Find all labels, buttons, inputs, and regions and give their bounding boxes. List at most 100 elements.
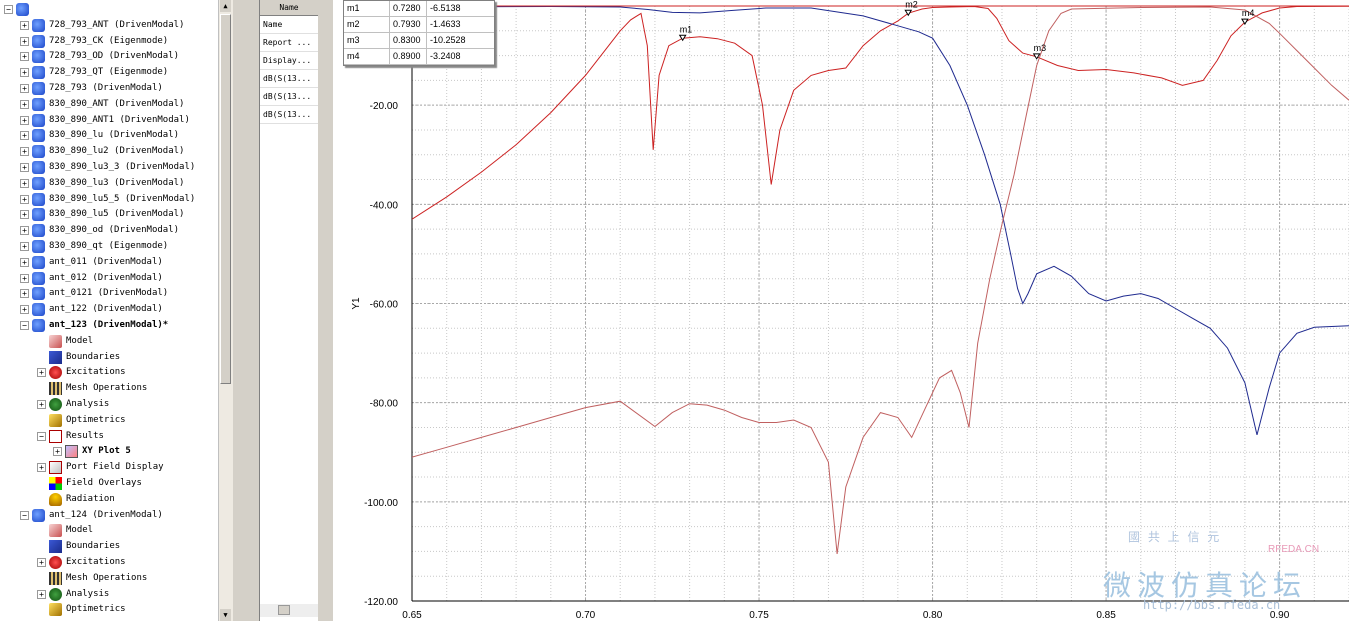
collapse-icon[interactable]: − [4, 5, 13, 14]
tree-item[interactable]: +728_793 (DrivenModal) [0, 81, 218, 96]
expand-icon[interactable]: + [20, 305, 29, 315]
tree-item-label: ant_123 (DrivenModal)* [49, 320, 169, 330]
tree-item[interactable]: +830_890_lu3_3 (DrivenModal) [0, 160, 218, 175]
chart-canvas[interactable]: -20.00 -40.00 -60.00 -80.00 -100.00 -120.00 0.… [333, 0, 1349, 621]
expand-icon[interactable]: + [20, 68, 29, 78]
tree-item[interactable]: +830_890_ANT1 (DrivenModal) [0, 113, 218, 128]
tree-item[interactable]: + ant_012 (DrivenModal) [0, 271, 218, 286]
marker-y: -1.4633 [430, 19, 461, 29]
expand-icon[interactable]: + [20, 163, 29, 172]
expand-icon[interactable]: + [20, 147, 29, 157]
expand-icon[interactable]: + [20, 131, 29, 141]
hfss-design-icon [32, 97, 45, 111]
marker-row[interactable]: m1 0.7280 -6.5138 [344, 1, 494, 17]
property-row[interactable]: dB(S(13... [260, 88, 318, 106]
tree-item[interactable]: +830_890_lu2 (DrivenModal) [0, 144, 218, 159]
tree-item[interactable]: − ant_123 (DrivenModal)* [0, 318, 218, 333]
properties-scroll-thumb[interactable] [278, 605, 290, 615]
marker-row[interactable]: m2 0.7930 -1.4633 [344, 17, 494, 33]
tree-item-label: 830_890_ANT1 (DrivenModal) [49, 114, 190, 125]
expand-icon[interactable]: + [37, 558, 46, 567]
marker-row[interactable]: m4 0.8900 -3.2408 [344, 49, 494, 65]
marker-row[interactable]: m3 0.8300 -10.2528 [344, 33, 494, 49]
marker-table[interactable]: m1 0.7280 -6.5138 m2 0.7930 -1.4633 m3 0.8300 -1… [343, 0, 495, 66]
tree-item[interactable]: Optimetrics [0, 413, 218, 428]
tree-item[interactable]: + Analysis [0, 397, 218, 412]
project-tree[interactable]: − +728_793_ANT (DrivenModal) +728_793_CK (… [0, 0, 233, 621]
x-tick-label: 0.85 [1096, 610, 1116, 621]
expand-icon[interactable]: + [20, 226, 29, 236]
collapse-icon[interactable]: − [20, 321, 29, 330]
tree-scrollbar[interactable]: ▲ ▼ [218, 0, 233, 621]
xy-plot-window[interactable]: -20.00 -40.00 -60.00 -80.00 -100.00 -120.00 0.… [333, 0, 1349, 621]
properties-hscrollbar[interactable] [260, 604, 318, 617]
expand-icon[interactable]: + [37, 368, 46, 378]
expand-icon[interactable]: + [37, 589, 46, 599]
tree-item[interactable]: +830_890_qt (Eigenmode) [0, 239, 218, 254]
tree-item[interactable]: +830_890_lu5 (DrivenModal) [0, 207, 218, 222]
tree-item[interactable]: + Excitations [0, 365, 218, 380]
tree-item[interactable]: Radiation [0, 492, 218, 507]
property-row[interactable]: Name [260, 16, 318, 34]
boundaries-icon [49, 350, 62, 364]
panel-splitter-2[interactable] [318, 0, 332, 621]
tree-item[interactable]: +728_793_QT (Eigenmode) [0, 65, 218, 80]
tree-item[interactable]: Mesh Operations [0, 381, 218, 396]
scroll-up-arrow-icon[interactable]: ▲ [220, 0, 231, 12]
property-row[interactable]: Report ... [260, 34, 318, 52]
expand-icon[interactable]: + [20, 115, 29, 125]
tree-item-label: Boundaries [66, 351, 121, 362]
expand-icon[interactable]: + [20, 84, 29, 93]
tree-item[interactable]: +728_793_CK (Eigenmode) [0, 34, 218, 49]
tree-item[interactable]: Field Overlays [0, 476, 218, 491]
tree-item[interactable]: +830_890_ANT (DrivenModal) [0, 97, 218, 112]
expand-icon[interactable]: + [20, 99, 29, 109]
expand-icon[interactable]: + [20, 20, 29, 30]
tree-item[interactable]: +830_890_od (DrivenModal) [0, 223, 218, 238]
expand-icon[interactable]: + [20, 273, 29, 283]
scroll-down-arrow-icon[interactable]: ▼ [220, 609, 231, 621]
expand-icon[interactable]: + [20, 178, 29, 188]
property-row[interactable]: dB(S(13... [260, 106, 318, 124]
tree-item[interactable]: − Results [0, 429, 218, 444]
collapse-icon[interactable]: − [20, 510, 29, 520]
expand-icon[interactable]: + [20, 257, 29, 267]
expand-icon[interactable]: + [37, 463, 46, 473]
tree-item[interactable]: + ant_011 (DrivenModal) [0, 255, 218, 270]
expand-icon[interactable]: + [37, 400, 46, 409]
property-row[interactable]: Display... [260, 52, 318, 70]
tree-item[interactable]: + Port Field Display [0, 460, 218, 475]
expand-icon[interactable]: + [20, 242, 29, 251]
collapse-icon[interactable]: − [37, 431, 46, 441]
expand-icon[interactable]: + [53, 447, 62, 457]
tree-item[interactable]: − [0, 2, 218, 17]
tree-item[interactable]: +728_793_OD (DrivenModal) [0, 49, 218, 64]
xy-plot-icon [65, 445, 78, 459]
expand-icon[interactable]: + [20, 36, 29, 46]
tree-item[interactable]: Optimetrics [0, 602, 218, 617]
expand-icon[interactable]: + [20, 52, 29, 62]
tree-item[interactable]: Model [0, 523, 218, 538]
tree-item[interactable]: Boundaries [0, 539, 218, 554]
tree-scroll-thumb[interactable] [220, 14, 231, 384]
tree-item[interactable]: + XY Plot 5 [0, 444, 218, 459]
tree-item[interactable]: Boundaries [0, 350, 218, 365]
tree-item[interactable]: + Analysis [0, 587, 218, 602]
tree-item[interactable]: Model [0, 334, 218, 349]
panel-splitter[interactable] [233, 0, 258, 621]
tree-item[interactable]: Mesh Operations [0, 571, 218, 586]
marker-name: m1 [344, 1, 390, 16]
tree-item[interactable]: + ant_122 (DrivenModal) [0, 302, 218, 317]
tree-item[interactable]: +830_890_lu5_5 (DrivenModal) [0, 192, 218, 207]
tree-item[interactable]: +728_793_ANT (DrivenModal) [0, 18, 218, 33]
tree-item[interactable]: − ant_124 (DrivenModal) [0, 508, 218, 523]
expand-icon[interactable]: + [20, 289, 29, 299]
tree-item[interactable]: +830_890_lu3 (DrivenModal) [0, 176, 218, 191]
property-row[interactable]: dB(S(13... [260, 70, 318, 88]
expand-icon[interactable]: + [20, 210, 29, 220]
expand-icon[interactable]: + [20, 194, 29, 204]
tree-item[interactable]: +830_890_lu (DrivenModal) [0, 128, 218, 143]
tree-item[interactable]: + ant_0121 (DrivenModal) [0, 286, 218, 301]
port-field-icon [49, 461, 62, 475]
tree-item[interactable]: + Excitations [0, 555, 218, 570]
